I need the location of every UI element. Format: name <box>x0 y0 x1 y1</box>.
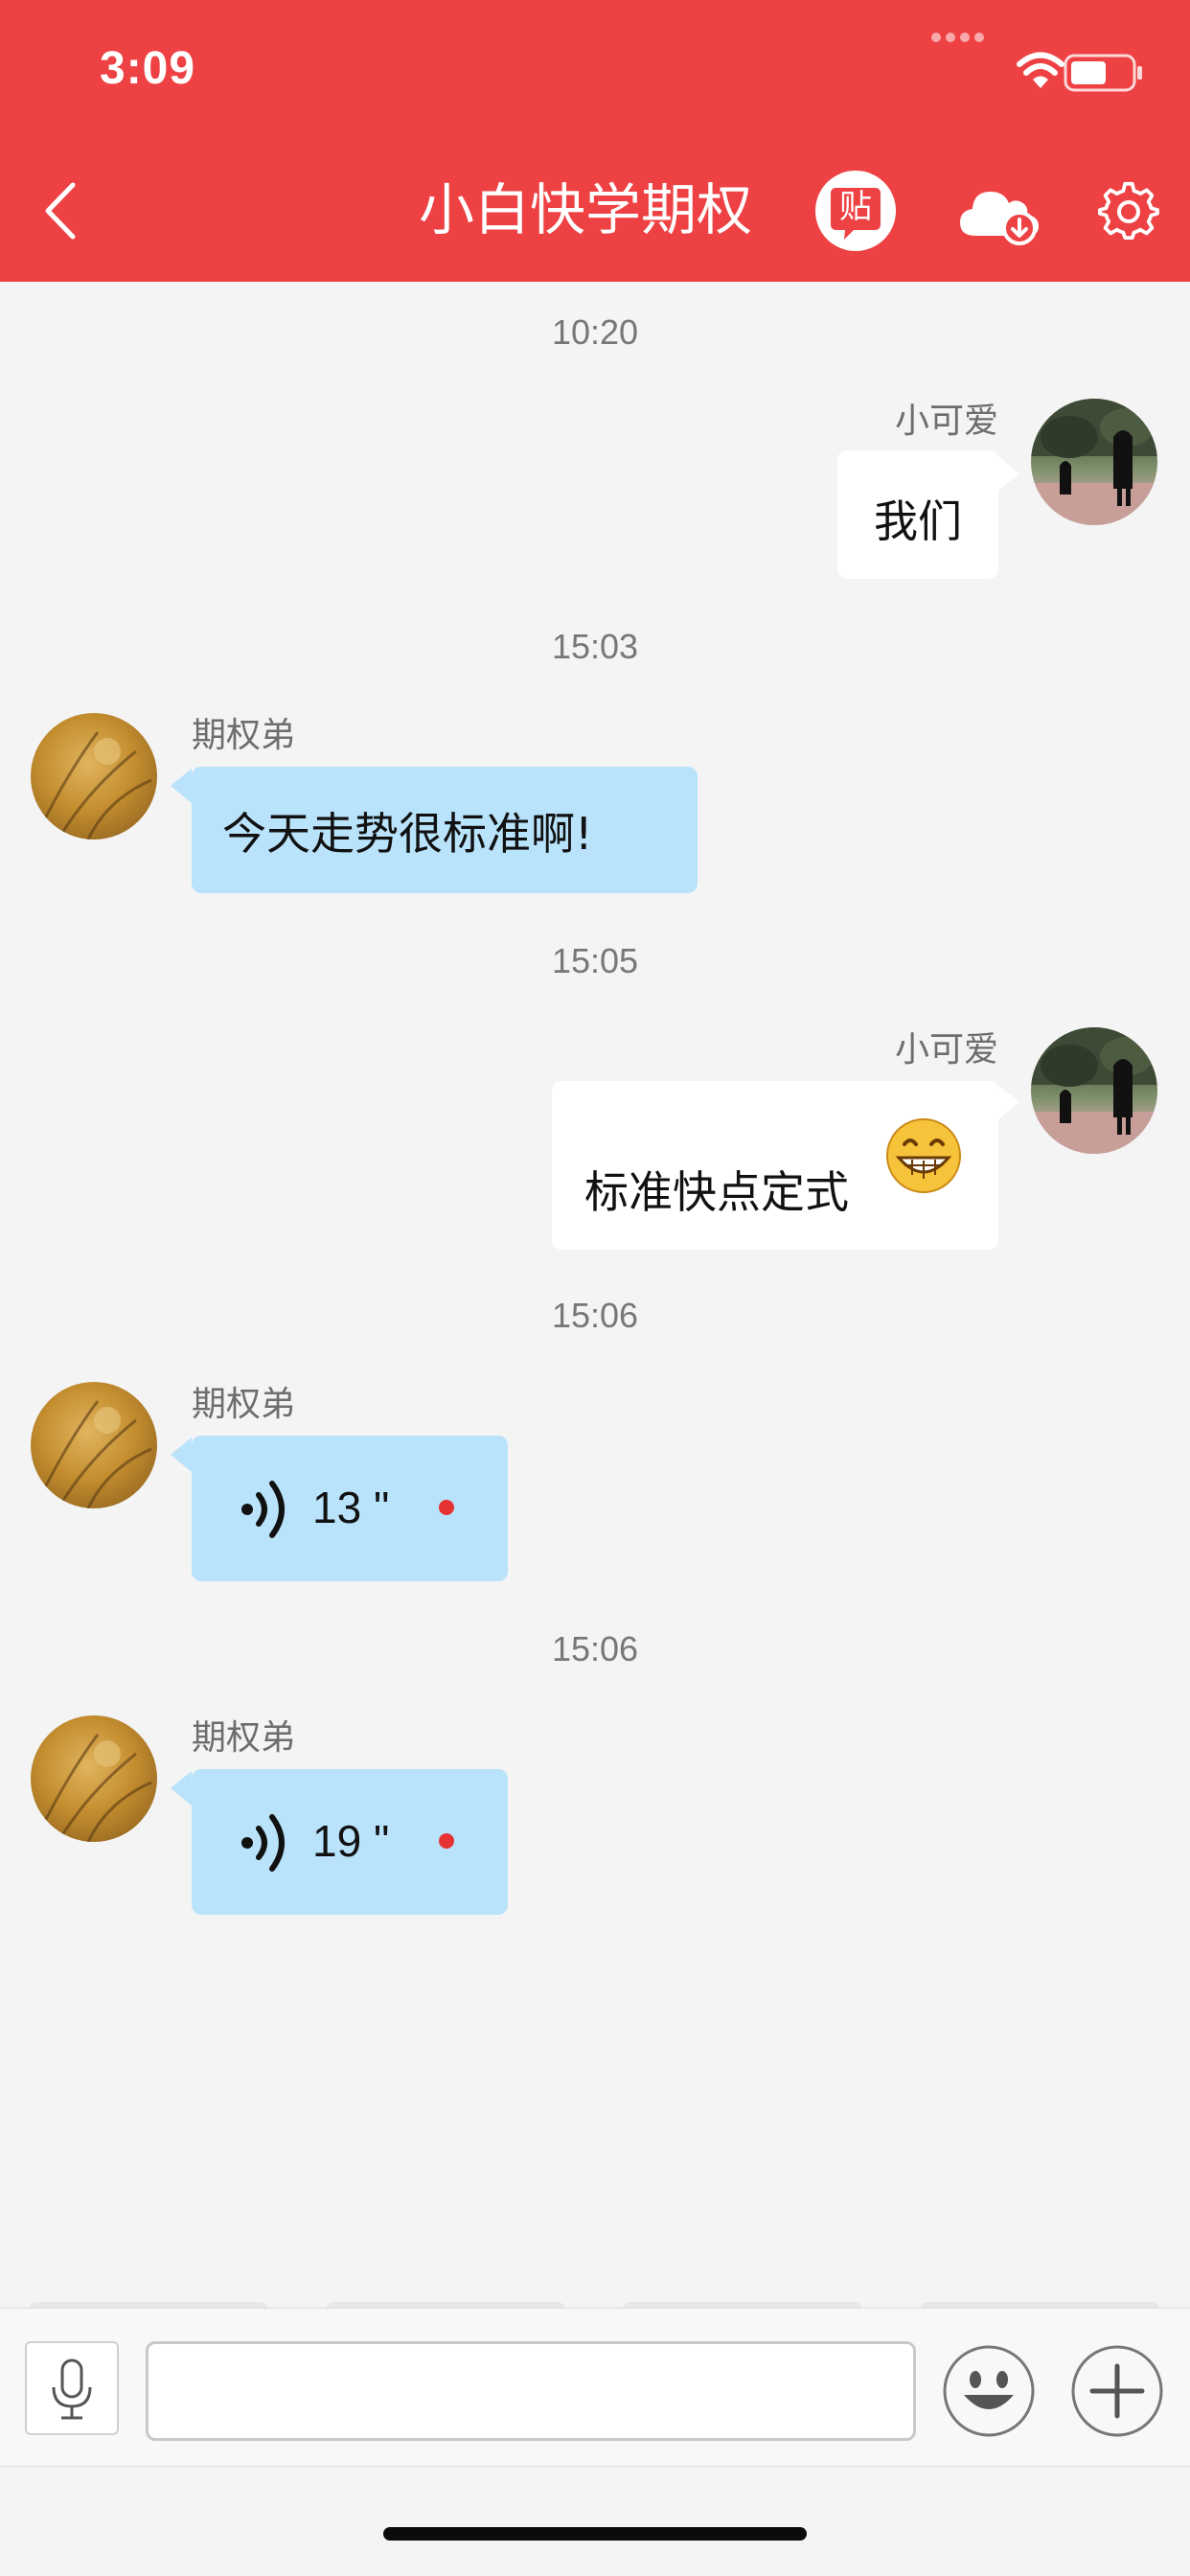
bubble-tail <box>998 1085 1019 1119</box>
bubble-tail <box>171 1771 192 1806</box>
avatar-photo <box>1031 399 1157 525</box>
voice-wave-icon <box>241 1481 285 1538</box>
message-input[interactable] <box>146 2341 916 2441</box>
cellular-signal-icon <box>931 33 989 44</box>
sender-name: 期权弟 <box>192 716 296 755</box>
voice-input-button[interactable] <box>25 2341 119 2435</box>
avatar[interactable] <box>1031 399 1157 525</box>
chat-title: 小白快学期权 <box>418 177 752 242</box>
bubble-tail <box>171 1438 192 1472</box>
cloud-download-icon[interactable] <box>956 182 1042 245</box>
emoji-button[interactable] <box>941 2343 1037 2439</box>
sender-name: 小可爱 <box>894 1030 998 1070</box>
message-timestamp: 15:06 <box>551 1629 639 1668</box>
message-text: 今天走势很标准啊! <box>222 808 593 860</box>
message-timestamp: 15:06 <box>551 1296 639 1335</box>
unread-dot <box>439 1500 454 1515</box>
message-text: 我们 <box>874 495 962 547</box>
voice-message-bubble[interactable]: 13 " <box>192 1436 508 1581</box>
voice-duration: 13 " <box>312 1483 390 1532</box>
avatar[interactable] <box>31 1715 157 1842</box>
bubble-tail <box>171 769 192 803</box>
chat-header: 3:09 小白快学期权 贴 <box>0 0 1190 282</box>
voice-wave-icon <box>241 1814 285 1872</box>
unread-dot <box>439 1833 454 1849</box>
post-icon-label: 贴 <box>839 188 872 226</box>
avatar[interactable] <box>31 713 157 840</box>
sender-name: 期权弟 <box>192 1385 296 1424</box>
message-text: 标准快点定式 <box>584 1166 849 1218</box>
message-bubble[interactable]: 我们 <box>837 450 998 579</box>
sender-name: 期权弟 <box>192 1718 296 1758</box>
wifi-icon <box>1017 52 1064 88</box>
message-bubble[interactable]: 今天走势很标准啊! <box>192 767 698 893</box>
voice-message-bubble[interactable]: 19 " <box>192 1769 508 1915</box>
message-timestamp: 15:05 <box>551 941 639 980</box>
message-timestamp: 15:03 <box>551 627 639 666</box>
avatar-photo <box>1031 1027 1157 1154</box>
sender-name: 小可爱 <box>894 402 998 441</box>
message-bubble[interactable]: 标准快点定式 <box>552 1081 998 1250</box>
home-indicator[interactable] <box>383 2527 807 2541</box>
grinning-emoji <box>886 1118 961 1193</box>
avatar[interactable] <box>1031 1027 1157 1154</box>
status-time: 3:09 <box>100 43 196 94</box>
avatar-photo <box>38 731 152 840</box>
more-plus-button[interactable] <box>1069 2343 1165 2439</box>
chat-input-bar <box>0 2308 1190 2467</box>
avatar-photo <box>38 1400 152 1508</box>
battery-icon <box>1064 54 1142 92</box>
avatar[interactable] <box>31 1382 157 1508</box>
settings-gear-icon[interactable] <box>1098 180 1159 242</box>
microphone-icon <box>52 2358 92 2420</box>
voice-duration: 19 " <box>312 1816 390 1866</box>
bubble-tail <box>998 456 1019 491</box>
avatar-photo <box>38 1734 152 1842</box>
message-timestamp: 10:20 <box>551 312 639 352</box>
post-button[interactable]: 贴 <box>815 171 896 251</box>
